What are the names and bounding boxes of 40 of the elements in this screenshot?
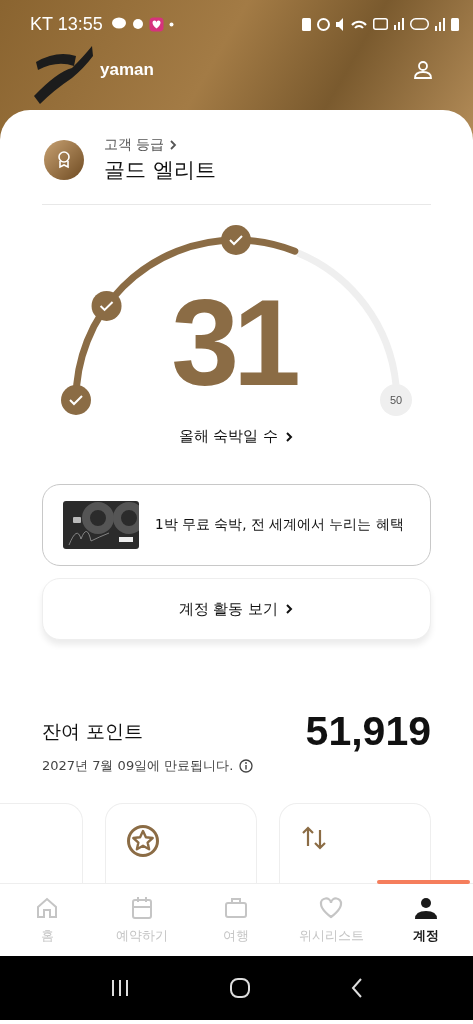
nights-link[interactable]: 올해 숙박일 수 xyxy=(178,427,295,446)
max-label: 50 xyxy=(389,394,403,406)
points-value: 51,919 xyxy=(305,708,431,755)
status-time: KT 13:55 xyxy=(30,13,103,35)
account-activity-button[interactable]: 계정 활동 보기 xyxy=(42,578,431,640)
badge-icon xyxy=(42,138,86,182)
star-circle-icon xyxy=(126,824,160,858)
nights-count: 31 xyxy=(171,275,295,411)
chevron-icon xyxy=(284,603,295,615)
signal-icon xyxy=(435,17,445,31)
home-button-icon[interactable] xyxy=(229,977,252,999)
wifi-icon xyxy=(351,19,367,29)
heart-icon xyxy=(318,895,345,921)
chevron-icon xyxy=(284,430,295,443)
dot-icon xyxy=(168,21,174,27)
user-name: yaman xyxy=(100,60,154,80)
expiry-text: 2027년 7월 09일에 만료됩니다. xyxy=(42,757,234,775)
swap-arrows-icon xyxy=(300,824,328,852)
card-promo[interactable]: 1박 무료 숙박, 전 세계에서 누리는 혜택 xyxy=(42,484,431,566)
suitcase-icon xyxy=(223,895,250,921)
chat-bubble-icon xyxy=(110,17,127,31)
volte-icon xyxy=(373,18,388,30)
back-icon[interactable] xyxy=(349,977,364,999)
battery-saver-icon xyxy=(302,17,311,31)
person-icon xyxy=(412,895,439,921)
points-label: 잔여 포인트 xyxy=(42,718,144,744)
tier-name: 골드 엘리트 xyxy=(104,157,216,184)
tier-link[interactable]: 고객 등급 xyxy=(104,136,216,154)
cloud-icon xyxy=(131,18,144,30)
signal-icon xyxy=(394,18,404,30)
battery-icon xyxy=(451,17,459,31)
chevron-icon xyxy=(168,139,179,151)
heart-app-icon xyxy=(148,16,164,32)
mute-icon xyxy=(336,17,345,31)
info-icon[interactable] xyxy=(239,759,254,773)
nav-tab[interactable]: 계정 xyxy=(378,884,473,956)
alarm-icon xyxy=(317,17,330,31)
profile-icon[interactable] xyxy=(413,60,433,80)
hd-icon xyxy=(410,18,429,30)
promo-text: 1박 무료 숙박, 전 세계에서 누리는 혜택 xyxy=(155,516,404,534)
